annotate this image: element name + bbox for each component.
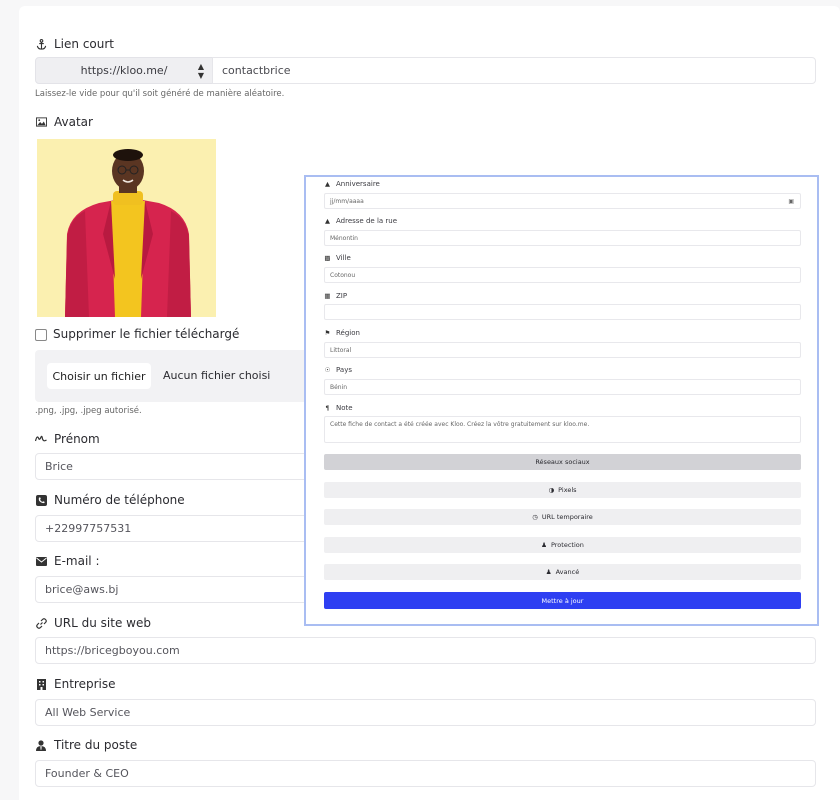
advanced-button[interactable]: ♟ Avancé [324,564,801,580]
region-label-text: Région [336,329,360,337]
short-link-prefix-select[interactable]: https://kloo.me/ ▲ ▼ [35,57,213,84]
link-icon [35,617,47,629]
zip-label: ▦ ZIP [324,292,347,300]
short-link-value: contactbrice [222,64,291,77]
country-value: Bénin [330,383,348,391]
email-label: E-mail : [35,552,99,570]
website-label-text: URL du site web [54,616,151,630]
note-textarea[interactable]: Cette fiche de contact a été créée avec … [324,416,801,443]
birthday-placeholder: jj/mm/aaaa [330,197,364,205]
mailbox-icon: ▦ [324,292,331,300]
job-title-value: Founder & CEO [45,767,129,780]
short-link-help: Laissez-le vide pour qu'il soit généré d… [35,89,285,99]
website-input[interactable]: https://bricegboyou.com [35,637,816,664]
pixels-button[interactable]: ◑ Pixels [324,482,801,498]
calendar-icon[interactable]: ▣ [788,198,794,205]
update-button[interactable]: Mettre à jour [324,592,801,609]
city-value: Cotonou [330,271,356,279]
job-title-input[interactable]: Founder & CEO [35,760,816,787]
birthday-label: ▲ Anniversaire [324,180,380,188]
adjust-icon: ◑ [548,486,555,494]
website-label: URL du site web [35,614,151,632]
delete-file-label: Supprimer le fichier téléchargé [53,327,240,341]
user-cog-icon: ♟ [545,568,552,576]
choose-file-button[interactable]: Choisir un fichier [47,363,151,389]
pixels-label: Pixels [558,486,577,494]
birthday-label-text: Anniversaire [336,180,380,188]
company-label-text: Entreprise [54,677,116,691]
globe-icon: ☉ [324,366,331,374]
avatar-image [37,139,216,317]
email-label-text: E-mail : [54,554,100,568]
region-label: ⚑ Région [324,329,360,337]
street-input[interactable]: Ménontin [324,230,801,246]
signature-icon [35,433,47,445]
first-name-label-text: Prénom [54,432,100,446]
region-input[interactable]: Littoral [324,342,801,358]
region-value: Littoral [330,346,352,354]
note-label: ¶ Note [324,404,353,412]
temp-url-label: URL temporaire [541,513,593,521]
city-label-text: Ville [336,254,351,262]
anchor-icon [35,38,47,50]
address-details-panel: ▲ Anniversaire jj/mm/aaaa ▣ ▲ Adresse de… [304,175,819,626]
phone-icon [35,494,47,506]
city-label: ▩ Ville [324,254,351,262]
short-link-label-text: Lien court [54,37,115,51]
note-label-text: Note [336,404,353,412]
phone-label: Numéro de téléphone [35,491,185,509]
no-file-text: Aucun fichier choisi [163,369,271,382]
first-name-label: Prénom [35,430,100,448]
paragraph-icon: ¶ [325,404,330,412]
phone-label-text: Numéro de téléphone [54,493,185,507]
flag-icon: ⚑ [324,329,331,337]
protection-button[interactable]: ♟ Protection [324,537,801,553]
temp-url-button[interactable]: ◷ URL temporaire [324,509,801,525]
phone-value: +22997757531 [45,522,132,535]
user-shield-icon: ♟ [541,541,547,549]
job-title-label: Titre du poste [35,736,137,754]
first-name-value: Brice [45,460,73,473]
delete-file-checkbox[interactable] [35,329,47,341]
company-value: All Web Service [45,706,131,719]
building-icon [35,678,47,690]
country-label-text: Pays [336,366,352,374]
note-value: Cette fiche de contact a été créée avec … [330,421,590,428]
social-networks-label: Réseaux sociaux [535,458,590,466]
birthday-input[interactable]: jj/mm/aaaa ▣ [324,193,801,209]
short-link-input[interactable]: contactbrice [212,57,816,84]
protection-label: Protection [550,541,584,549]
update-label: Mettre à jour [541,596,584,605]
avatar-label-text: Avatar [54,115,93,129]
company-label: Entreprise [35,675,115,693]
street-value: Ménontin [330,234,358,242]
city-icon: ▩ [324,254,331,262]
avatar-label: Avatar [35,113,93,131]
short-link-prefix-value: https://kloo.me/ [80,64,168,77]
advanced-label: Avancé [555,568,580,576]
street-label-text: Adresse de la rue [336,217,398,225]
country-input[interactable]: Bénin [324,379,801,395]
city-input[interactable]: Cotonou [324,267,801,283]
short-link-label: Lien court [35,35,114,53]
social-networks-button[interactable]: Réseaux sociaux [324,454,801,470]
company-input[interactable]: All Web Service [35,699,816,726]
street-label: ▲ Adresse de la rue [324,217,397,225]
website-value: https://bricegboyou.com [45,644,180,657]
road-icon: ▲ [325,217,330,225]
avatar-allowed-help: .png, .jpg, .jpeg autorisé. [35,406,142,416]
select-caret-icon: ▲ ▼ [197,61,204,80]
image-icon [35,116,47,128]
zip-input[interactable] [324,304,801,320]
zip-label-text: ZIP [336,292,348,300]
envelope-icon [35,555,47,567]
email-value: brice@aws.bj [45,583,119,596]
cake-icon: ▲ [325,180,330,188]
user-tie-icon [35,739,47,751]
job-title-label-text: Titre du poste [54,738,138,752]
country-label: ☉ Pays [324,366,352,374]
clock-icon: ◷ [532,513,538,521]
